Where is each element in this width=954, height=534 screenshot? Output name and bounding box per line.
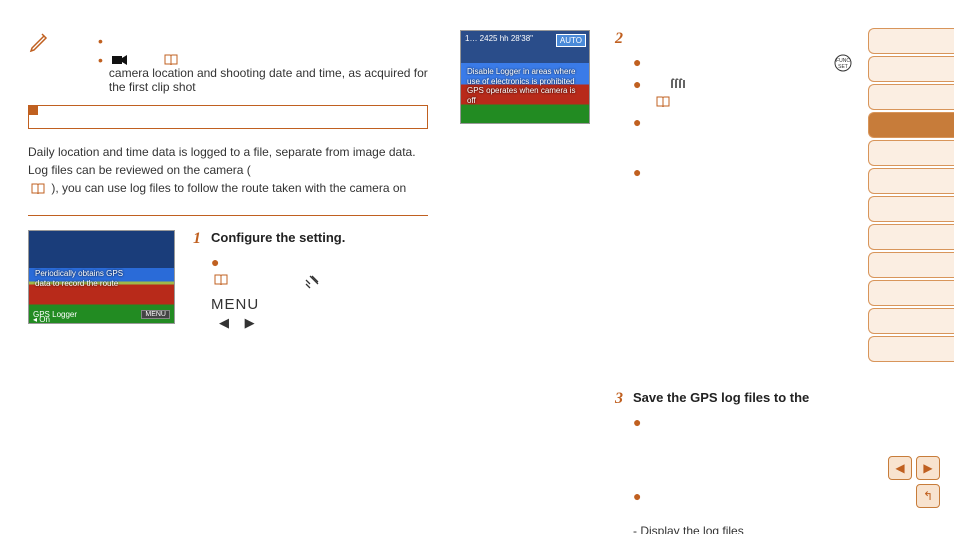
step-2-bullet-2: ● bbox=[633, 76, 860, 92]
book-ref-icon bbox=[31, 183, 45, 195]
movie-icon bbox=[112, 54, 128, 66]
return-icon: ↰ bbox=[923, 489, 933, 503]
horizontal-rule bbox=[28, 215, 428, 216]
step-2-number: 2 bbox=[615, 30, 633, 48]
step-3-note: - Display the log files bbox=[633, 524, 860, 534]
sidebar-tab[interactable] bbox=[868, 280, 954, 306]
step-1-title: Configure the setting. bbox=[211, 230, 345, 248]
section-divider-box bbox=[28, 105, 428, 129]
camera-screenshot-1: Periodically obtains GPS data to record … bbox=[28, 230, 175, 324]
sidebar-tab[interactable] bbox=[868, 252, 954, 278]
sidebar-tab[interactable] bbox=[868, 224, 954, 250]
sidebar-tab[interactable] bbox=[868, 336, 954, 362]
step-3-bullet-1: ● bbox=[633, 414, 860, 430]
svg-text:SET: SET bbox=[838, 64, 848, 70]
step-1-refs bbox=[211, 274, 428, 290]
note-text-2: camera location and shooting date and ti… bbox=[109, 66, 428, 94]
sidebar-tab[interactable] bbox=[868, 28, 954, 54]
sidebar-tab[interactable] bbox=[868, 84, 954, 110]
sidebar-tab[interactable] bbox=[868, 196, 954, 222]
note-bullet-2: • camera location and shooting date and … bbox=[98, 52, 428, 94]
book-ref-icon bbox=[656, 96, 670, 108]
sidebar-tab[interactable] bbox=[868, 140, 954, 166]
menu-control: MENU ◀ ▶ bbox=[211, 296, 428, 331]
step-3-number: 3 bbox=[615, 390, 633, 408]
step-2-bullet-1: ● FUNCSET bbox=[633, 54, 860, 72]
body-paragraph: Daily location and time data is logged t… bbox=[28, 143, 428, 197]
step-2-bullet-3: ● bbox=[633, 114, 860, 130]
camera-screenshot-2: 1… 2425 hh 28'38" AUTO Disable Logger in… bbox=[460, 30, 590, 124]
triangle-right-icon: ▶ bbox=[923, 461, 932, 475]
func-set-icon: FUNCSET bbox=[834, 54, 852, 72]
nav-next-button[interactable]: ▶ bbox=[916, 456, 940, 480]
book-ref-icon bbox=[164, 54, 178, 66]
step-2-ref bbox=[633, 96, 860, 110]
sidebar-tabs bbox=[868, 28, 954, 364]
step-1-number: 1 bbox=[193, 230, 211, 248]
nav-back-button[interactable]: ↰ bbox=[916, 484, 940, 508]
step-3-title: Save the GPS log files to the bbox=[633, 390, 809, 408]
triangle-left-icon: ◀ bbox=[895, 461, 904, 475]
sidebar-tab[interactable] bbox=[868, 56, 954, 82]
sidebar-tab[interactable] bbox=[868, 308, 954, 334]
nav-prev-button[interactable]: ◀ bbox=[888, 456, 912, 480]
step-2-bullet-4: ● bbox=[633, 164, 860, 180]
book-ref-icon bbox=[214, 274, 228, 286]
pencil-icon bbox=[28, 30, 52, 54]
sidebar-tab[interactable] bbox=[868, 168, 954, 194]
step-3-bullet-2: ● bbox=[633, 488, 860, 504]
tools-icon bbox=[670, 76, 686, 90]
sidebar-tab-active[interactable] bbox=[868, 112, 954, 138]
step-1-bullet: ● bbox=[211, 254, 428, 270]
satellite-icon bbox=[304, 274, 320, 290]
note-bullet-1: • bbox=[98, 33, 428, 49]
